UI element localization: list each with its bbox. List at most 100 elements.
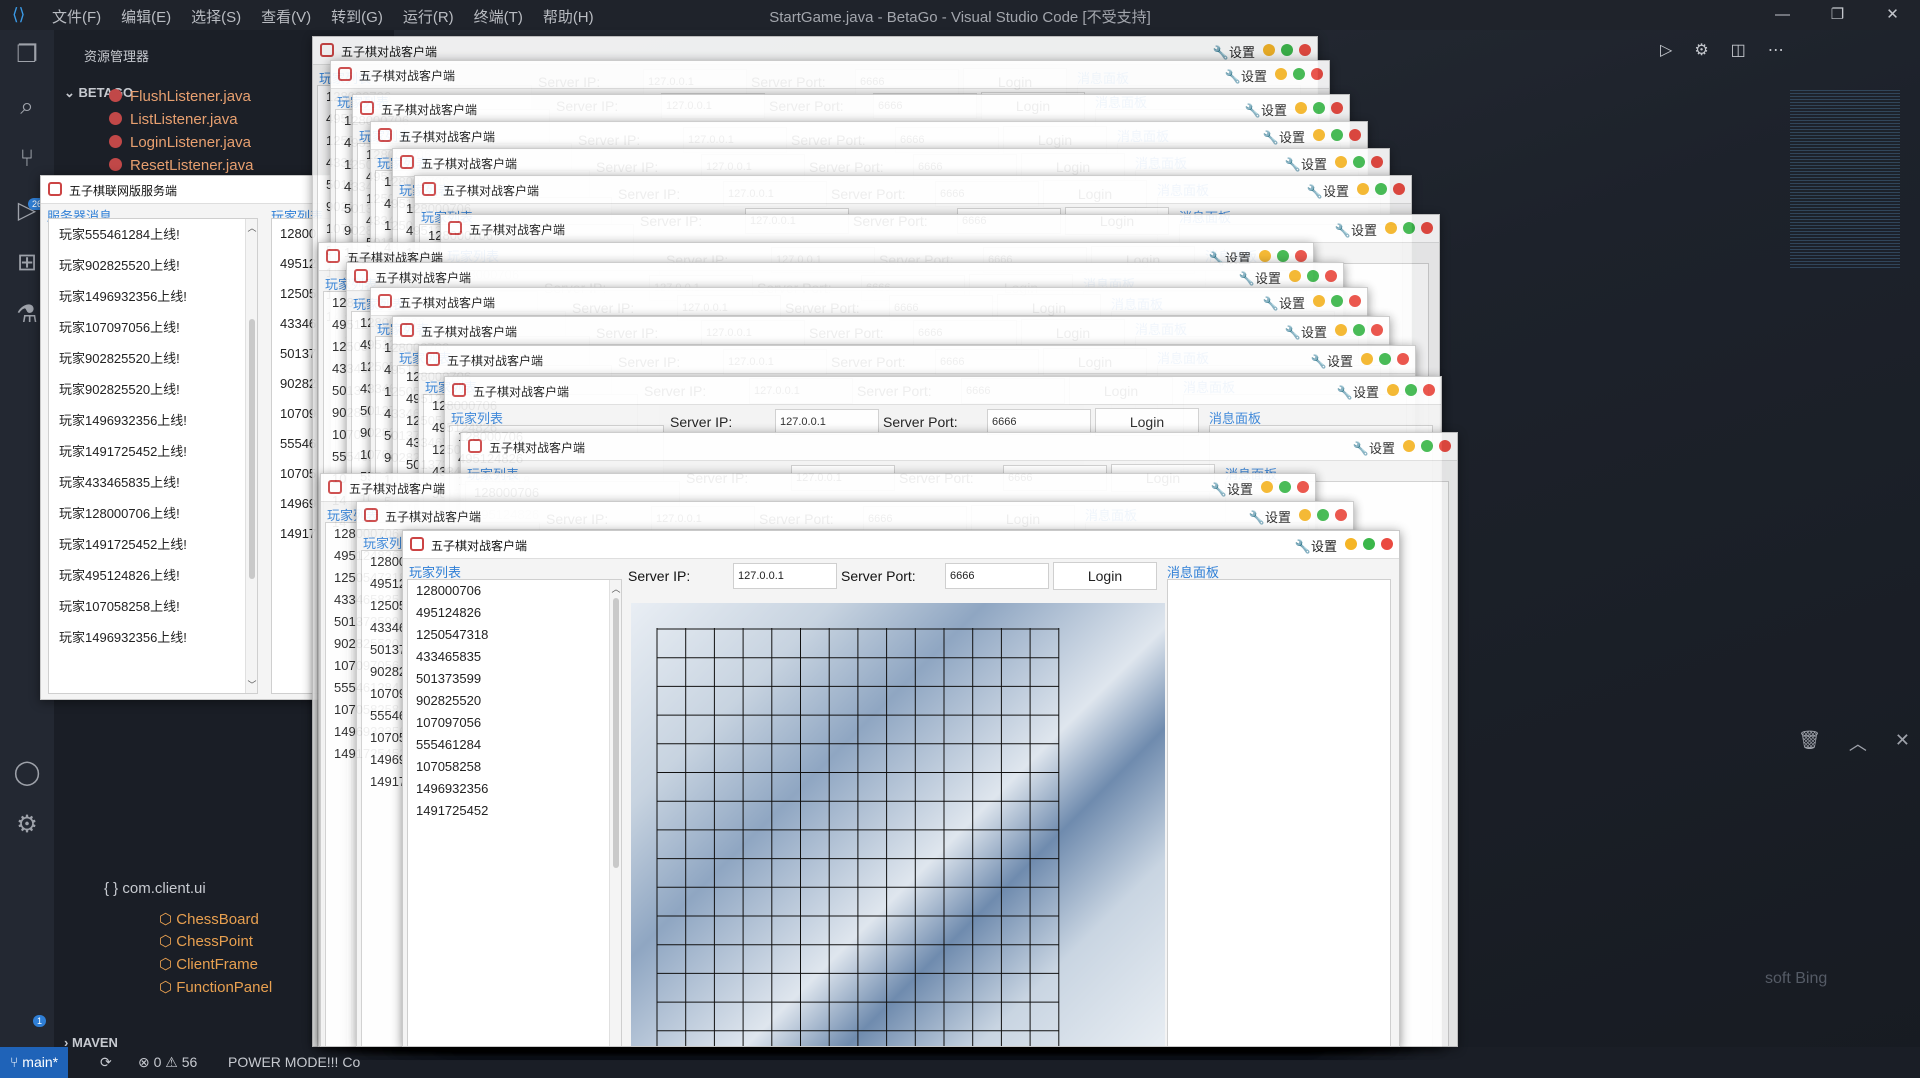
maximize-dot-icon[interactable] [1421, 440, 1433, 452]
power-mode-status[interactable]: POWER MODE!!! Co [228, 1054, 360, 1070]
restore-icon[interactable]: ❐ [1810, 0, 1865, 30]
class-item[interactable]: ChessBoard [159, 910, 259, 928]
problems-indicator[interactable]: ⊗ 0 ⚠ 56 [138, 1054, 197, 1071]
player-list-scrollbar[interactable]: ︿ [609, 580, 621, 1046]
minimize-dot-icon[interactable] [1299, 509, 1311, 521]
settings-button[interactable]: 🔧设置 [1263, 293, 1305, 312]
settings-button[interactable]: 🔧设置 [1307, 181, 1349, 200]
minimize-dot-icon[interactable] [1261, 481, 1273, 493]
minimize-dot-icon[interactable] [1313, 295, 1325, 307]
maximize-dot-icon[interactable] [1317, 509, 1329, 521]
settings-button[interactable]: 🔧设置 [1213, 42, 1255, 61]
close-dot-icon[interactable] [1311, 68, 1323, 80]
account-icon[interactable]: ◯ [12, 758, 42, 788]
settings-button[interactable]: 🔧设置 [1295, 536, 1337, 555]
close-dot-icon[interactable] [1349, 295, 1361, 307]
maximize-dot-icon[interactable] [1353, 324, 1365, 336]
settings-button[interactable]: 🔧设置 [1211, 479, 1253, 498]
close-dot-icon[interactable] [1439, 440, 1451, 452]
maximize-dot-icon[interactable] [1375, 183, 1387, 195]
player-item[interactable]: 501373599 [408, 668, 621, 690]
settings-button[interactable]: 🔧设置 [1245, 100, 1287, 119]
close-dot-icon[interactable] [1423, 384, 1435, 396]
close-dot-icon[interactable] [1331, 102, 1343, 114]
maximize-dot-icon[interactable] [1307, 270, 1319, 282]
split-editor-icon[interactable]: ◫ [1731, 40, 1746, 60]
more-icon[interactable]: ⋯ [1768, 40, 1784, 60]
settings-button[interactable]: 🔧设置 [1311, 351, 1353, 370]
package-node[interactable]: { } com.client.ui [104, 880, 206, 897]
login-button[interactable]: Login [1053, 562, 1157, 590]
minimize-dot-icon[interactable] [1345, 538, 1357, 550]
chevron-up-icon[interactable]: ︿ [1849, 730, 1867, 756]
player-item[interactable]: 902825520 [408, 690, 621, 712]
maximize-dot-icon[interactable] [1277, 250, 1289, 262]
settings-button[interactable]: 🔧设置 [1285, 322, 1327, 341]
minimize-dot-icon[interactable] [1403, 440, 1415, 452]
minimize-dot-icon[interactable] [1289, 270, 1301, 282]
maximize-dot-icon[interactable] [1353, 156, 1365, 168]
maximize-dot-icon[interactable] [1405, 384, 1417, 396]
close-dot-icon[interactable] [1371, 156, 1383, 168]
minimize-dot-icon[interactable] [1387, 384, 1399, 396]
minimize-dot-icon[interactable] [1259, 250, 1271, 262]
settings-button[interactable]: 🔧设置 [1335, 220, 1377, 239]
player-item[interactable]: 128000706 [408, 580, 621, 602]
file-item[interactable]: ListListener.java [109, 111, 238, 128]
maximize-dot-icon[interactable] [1331, 295, 1343, 307]
message-panel[interactable] [1167, 579, 1391, 1046]
minimize-dot-icon[interactable] [1263, 44, 1275, 56]
player-item[interactable]: 1250547318 [408, 624, 621, 646]
minimize-dot-icon[interactable] [1385, 222, 1397, 234]
testing-icon[interactable]: ⚗ [12, 300, 42, 330]
settings-button[interactable]: 🔧设置 [1337, 382, 1379, 401]
player-item[interactable]: 555461284 [408, 734, 621, 756]
close-dot-icon[interactable] [1299, 44, 1311, 56]
player-list[interactable]: 1280007064951248261250547318433465835501… [407, 579, 622, 1046]
close-dot-icon[interactable] [1325, 270, 1337, 282]
file-item[interactable]: ResetListener.java [109, 157, 253, 174]
close-icon[interactable]: ✕ [1865, 0, 1920, 30]
run-icon[interactable]: ▷ [1660, 40, 1672, 60]
close-dot-icon[interactable] [1381, 538, 1393, 550]
close-dot-icon[interactable] [1295, 250, 1307, 262]
settings-button[interactable]: 🔧设置 [1239, 268, 1281, 287]
minimize-dot-icon[interactable] [1313, 129, 1325, 141]
search-icon[interactable]: ⌕ [12, 92, 42, 122]
maximize-dot-icon[interactable] [1293, 68, 1305, 80]
close-dot-icon[interactable] [1393, 183, 1405, 195]
settings-button[interactable]: 🔧设置 [1263, 127, 1305, 146]
trash-icon[interactable]: 🗑 [1798, 730, 1821, 756]
settings-button[interactable]: 🔧设置 [1353, 438, 1395, 457]
player-item[interactable]: 433465835 [408, 646, 621, 668]
maximize-dot-icon[interactable] [1379, 353, 1391, 365]
settings-button[interactable]: 🔧设置 [1285, 154, 1327, 173]
player-item[interactable]: 1491725452 [408, 800, 621, 822]
settings-button[interactable]: 🔧设置 [1249, 507, 1291, 526]
source-control-icon[interactable]: ⑂ [12, 144, 42, 174]
close-dot-icon[interactable] [1349, 129, 1361, 141]
chess-board-grid[interactable] [656, 628, 1096, 1047]
debug-icon[interactable]: ⚙ [1694, 40, 1708, 60]
sync-icon[interactable]: ⟳ [100, 1054, 112, 1071]
server-message-list[interactable]: 玩家555461284上线! 玩家902825520上线! 玩家14969323… [48, 218, 258, 694]
player-item[interactable]: 107097056 [408, 712, 621, 734]
chess-board-area[interactable] [631, 603, 1165, 1047]
maximize-dot-icon[interactable] [1281, 44, 1293, 56]
class-item[interactable]: ClientFrame [159, 955, 258, 973]
close-dot-icon[interactable] [1397, 353, 1409, 365]
extensions-icon[interactable]: ⊞ [12, 248, 42, 278]
minimize-dot-icon[interactable] [1335, 324, 1347, 336]
file-item[interactable]: FlushListener.java [109, 88, 251, 105]
maximize-dot-icon[interactable] [1331, 129, 1343, 141]
manage-gear-icon[interactable]: ⚙ [12, 810, 42, 840]
file-item[interactable]: LoginListener.java [109, 134, 251, 151]
class-item[interactable]: FunctionPanel [159, 978, 272, 996]
branch-indicator[interactable]: ⑂ main* [0, 1047, 69, 1078]
maximize-dot-icon[interactable] [1313, 102, 1325, 114]
close-dot-icon[interactable] [1335, 509, 1347, 521]
minimize-dot-icon[interactable] [1275, 68, 1287, 80]
minimize-dot-icon[interactable] [1361, 353, 1373, 365]
server-scrollbar[interactable]: ︿ ﹀ [245, 219, 257, 693]
close-dot-icon[interactable] [1371, 324, 1383, 336]
